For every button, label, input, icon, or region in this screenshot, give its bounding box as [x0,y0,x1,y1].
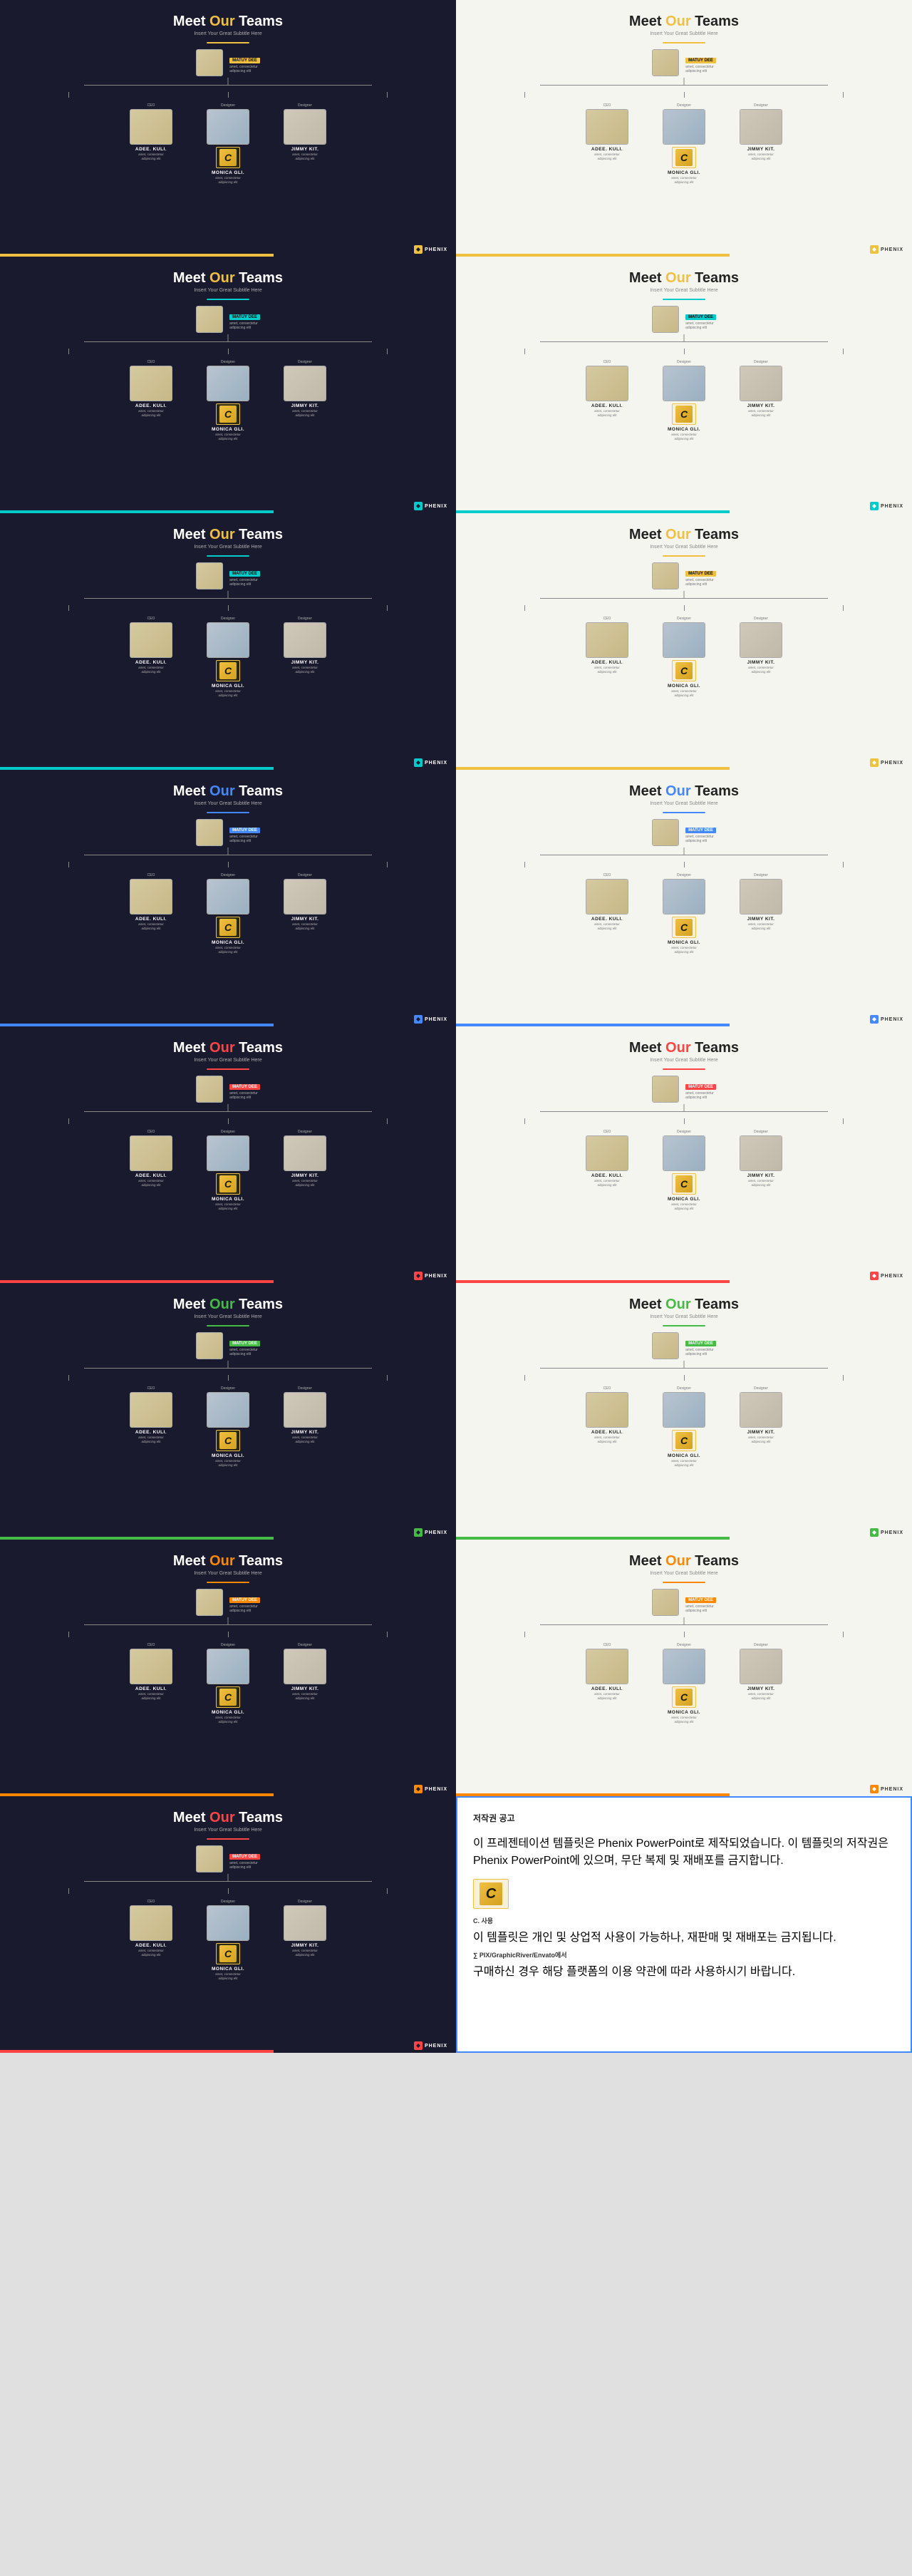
info-title: 저작권 공고 [473,1812,515,1824]
person-adee-name: ADEE. KULI. [135,147,167,152]
person-monica-desc: amet, consecteturadipiscing elit [215,176,241,185]
top-person-photo [196,49,223,76]
slide-4-accent [663,299,705,300]
slide-16-info: 저작권 공고 이 프레젠테이션 템플릿은 Phenix PowerPoint로 … [456,1796,912,2053]
slide-2-jimmy-name: JIMMY KIT. [747,147,775,152]
slide-14: Meet Our Teams Insert Your Great Subtitl… [456,1540,912,1796]
info-section-3: ∑ PIX/GraphicRiver/Envato에서 구매하신 경우 해당 플… [473,1950,895,1979]
slide-7: Meet Our Teams Insert Your Great Subtitl… [0,770,456,1026]
top-person-name: MATUY DEE [229,58,260,63]
phenix-icon [414,245,423,254]
slide-1: Meet Our Teams Insert Your Great Subtitl… [0,0,456,257]
person-monica-role: Designer [221,103,235,108]
slide-2-top-role: amet, consecteturadipiscing elit [685,65,716,74]
slide-3-org: MATUY DEE amet, consecteturadipiscing el… [0,306,456,513]
slide-2: Meet Our Teams Insert Your Great Subtitl… [456,0,912,257]
slide-5: Meet Our Teams Insert Your Great Subtitl… [0,513,456,770]
info-text-2: 이 템플릿은 개인 및 상업적 사용이 가능하나, 재판매 및 재배포는 금지됩… [473,1927,895,1944]
info-text-3: 구매하신 경우 해당 플랫폼의 이용 약관에 따라 사용하시기 바랍니다. [473,1962,895,1979]
slide-6: Meet Our Teams Insert Your Great Subtitl… [456,513,912,770]
slide-8: Meet Our Teams Insert Your Great Subtitl… [456,770,912,1026]
info-section-3-title: ∑ PIX/GraphicRiver/Envato에서 [473,1950,895,1959]
person-monica-name: MONICA GLI. [212,170,244,175]
slide-2-top-info: MATUY DEE amet, consecteturadipiscing el… [685,52,716,74]
slide-4: Meet Our Teams Insert Your Great Subtitl… [456,257,912,513]
info-text-1: 이 프레젠테이션 템플릿은 Phenix PowerPoint로 제작되었습니다… [473,1833,895,1867]
slide-2-person-jimmy: Designer JIMMY KIT. amet, consecteturadi… [729,103,793,161]
slide-4-subtitle: Insert Your Great Subtitle Here [650,288,717,293]
slide-15: Meet Our Teams Insert Your Great Subtitl… [0,1796,456,2053]
slide-2-bottom-bar: PHENIX [456,242,912,257]
phenix-text: PHENIX [425,247,447,252]
info-section-2-title: C. 사용 [473,1916,895,1925]
person-adee-role: CEO [147,103,155,108]
slide-1-org: MATUY DEE amet, consecteturadipiscing el… [0,49,456,257]
slide-3-accent [207,299,249,300]
slide-2-jimmy-desc: amet, consecteturadipiscing elit [748,153,774,161]
slide-2-monica-photo [663,109,705,145]
slide-9: Meet Our Teams Insert Your Great Subtitl… [0,1026,456,1283]
slide-1-title: Meet Our Teams [173,13,283,30]
person-jimmy: Designer JIMMY KIT. amet, consecteturadi… [273,103,337,161]
slide-2-subtitle: Insert Your Great Subtitle Here [650,31,717,36]
slide-2-top-photo [652,49,679,76]
slide-2-person-adee: CEO ADEE. KULI. amet, consecteturadipisc… [575,103,639,161]
slide-2-accent [663,42,705,43]
slide-1-subtitle: Insert Your Great Subtitle Here [194,31,261,36]
person-jimmy-name: JIMMY KIT. [291,147,319,152]
person-monica: Designer C MONICA GLI. amet, consectetur… [196,103,260,185]
v-connectors [23,92,433,98]
ceo-icon: C [219,149,237,166]
slides-grid: Meet Our Teams Insert Your Great Subtitl… [0,0,912,2053]
slide-2-org: MATUY DEE amet, consecteturadipiscing el… [456,49,912,257]
slide-2-v-connectors [479,92,889,98]
slide-2-monica-desc: amet, consecteturadipiscing elit [671,176,697,185]
slide-10: Meet Our Teams Insert Your Great Subtitl… [456,1026,912,1283]
top-person-info: MATUY DEE amet, consecteturadipiscing el… [229,52,260,74]
slide-2-bottom-row: CEO ADEE. KULI. amet, consecteturadipisc… [479,103,889,185]
person-adee-desc: amet, consecteturadipiscing elit [138,153,164,161]
bottom-row: CEO ADEE. KULI. amet, consecteturadipisc… [23,103,433,185]
slide-1-accent [207,42,249,43]
person-monica-photo [207,109,249,145]
slide-1-phenix: PHENIX [414,245,447,254]
info-section-1: 이 프레젠테이션 템플릿은 Phenix PowerPoint로 제작되었습니다… [473,1833,895,1867]
person-jimmy-desc: amet, consecteturadipiscing elit [292,153,318,161]
slide-13: Meet Our Teams Insert Your Great Subtitl… [0,1540,456,1796]
slide-2-monica-name: MONICA GLI. [668,170,700,175]
slide-1-bottom-bar: PHENIX [0,242,456,257]
slide-2-top-name: MATUY DEE [685,58,716,63]
person-jimmy-role: Designer [298,103,312,108]
slide-11: Meet Our Teams Insert Your Great Subtitl… [0,1283,456,1540]
person-jimmy-photo [284,109,326,145]
slide-2-phenix: PHENIX [870,245,903,254]
person-adee-photo [130,109,172,145]
slide-2-connector [479,78,889,92]
person-adee: CEO ADEE. KULI. amet, consecteturadipisc… [119,103,183,161]
connector [23,78,433,92]
slide-2-adee-desc: amet, consecteturadipiscing elit [594,153,620,161]
slide-2-title: Meet Our Teams [629,13,739,30]
top-person-role: amet, consecteturadipiscing elit [229,65,260,74]
slide-3-title: Meet Our Teams [173,269,283,287]
slide-2-adee-photo [586,109,628,145]
slide-3: Meet Our Teams Insert Your Great Subtitl… [0,257,456,513]
ceo-card: C [216,147,240,168]
slide-2-person-monica: Designer C MONICA GLI. amet, consectetur… [652,103,716,185]
slide-12: Meet Our Teams Insert Your Great Subtitl… [456,1283,912,1540]
slide-2-jimmy-photo [740,109,782,145]
slide-3-subtitle: Insert Your Great Subtitle Here [194,288,261,293]
slide-2-adee-name: ADEE. KULI. [591,147,623,152]
slide-4-title: Meet Our Teams [629,269,739,287]
info-section-2: C. 사용 이 템플릿은 개인 및 상업적 사용이 가능하나, 재판매 및 재배… [473,1916,895,1944]
info-content: 이 프레젠테이션 템플릿은 Phenix PowerPoint로 제작되었습니다… [473,1831,895,1984]
